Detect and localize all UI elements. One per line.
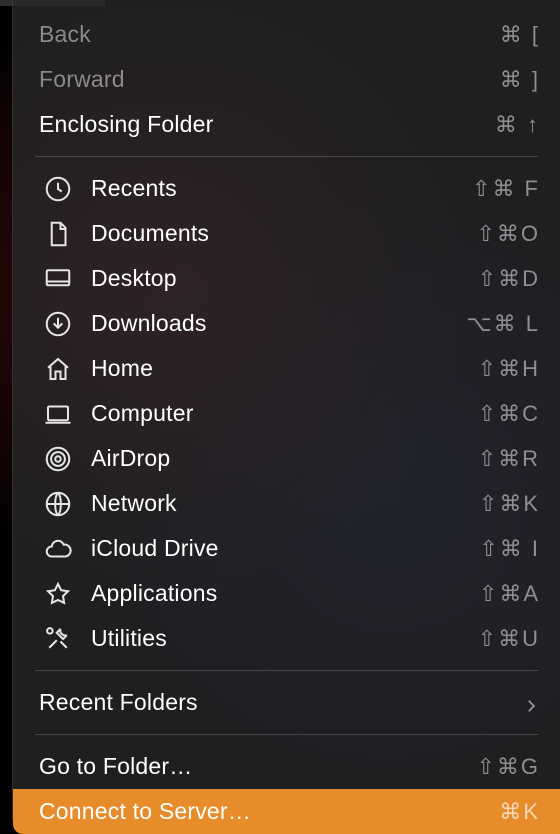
menu-label: AirDrop bbox=[91, 445, 478, 472]
menu-separator bbox=[35, 156, 538, 157]
cloud-icon bbox=[43, 534, 73, 564]
menu-label: Utilities bbox=[91, 625, 478, 652]
menu-shortcut: ⇧⌘ I bbox=[479, 536, 540, 562]
menu-label: Applications bbox=[91, 580, 479, 607]
menu-item-desktop[interactable]: Desktop ⇧⌘D bbox=[13, 256, 560, 301]
menu-item-airdrop[interactable]: AirDrop ⇧⌘R bbox=[13, 436, 560, 481]
menu-label: Home bbox=[91, 355, 478, 382]
menu-item-recents[interactable]: Recents ⇧⌘ F bbox=[13, 166, 560, 211]
menu-label: Recents bbox=[91, 175, 472, 202]
chevron-right-icon bbox=[522, 694, 540, 712]
home-icon bbox=[43, 354, 73, 384]
download-icon bbox=[43, 309, 73, 339]
computer-icon bbox=[43, 399, 73, 429]
menu-item-home[interactable]: Home ⇧⌘H bbox=[13, 346, 560, 391]
menu-label-recent-folders: Recent Folders bbox=[39, 689, 522, 716]
menu-shortcut: ⇧⌘D bbox=[478, 266, 540, 292]
menu-shortcut: ⇧⌘H bbox=[478, 356, 540, 382]
menu-item-utilities[interactable]: Utilities ⇧⌘U bbox=[13, 616, 560, 661]
menu-shortcut-enclosing: ⌘ ↑ bbox=[495, 112, 540, 138]
menu-shortcut-forward: ⌘ ] bbox=[500, 67, 540, 93]
applications-icon bbox=[43, 579, 73, 609]
menu-item-enclosing-folder[interactable]: Enclosing Folder ⌘ ↑ bbox=[13, 102, 560, 147]
menu-label-connect: Connect to Server… bbox=[39, 798, 499, 825]
menu-shortcut-back: ⌘ [ bbox=[500, 22, 540, 48]
menu-separator bbox=[35, 670, 538, 671]
menu-item-recent-folders[interactable]: Recent Folders bbox=[13, 680, 560, 725]
menu-item-downloads[interactable]: Downloads ⌥⌘ L bbox=[13, 301, 560, 346]
menu-label-enclosing: Enclosing Folder bbox=[39, 111, 495, 138]
menu-label: Desktop bbox=[91, 265, 478, 292]
network-icon bbox=[43, 489, 73, 519]
menu-shortcut: ⇧⌘C bbox=[478, 401, 540, 427]
menu-shortcut: ⌥⌘ L bbox=[466, 311, 540, 337]
menu-shortcut-connect: ⌘K bbox=[499, 799, 540, 825]
menu-item-applications[interactable]: Applications ⇧⌘A bbox=[13, 571, 560, 616]
menu-shortcut: ⇧⌘U bbox=[478, 626, 540, 652]
menu-item-connect-to-server[interactable]: Connect to Server… ⌘K bbox=[13, 789, 560, 834]
menu-separator bbox=[35, 734, 538, 735]
menu-label-back: Back bbox=[39, 21, 500, 48]
menu-shortcut: ⇧⌘K bbox=[479, 491, 540, 517]
menu-label: Downloads bbox=[91, 310, 466, 337]
menu-shortcut: ⇧⌘O bbox=[476, 221, 540, 247]
menu-item-computer[interactable]: Computer ⇧⌘C bbox=[13, 391, 560, 436]
menu-label: iCloud Drive bbox=[91, 535, 479, 562]
menu-item-icloud[interactable]: iCloud Drive ⇧⌘ I bbox=[13, 526, 560, 571]
menu-shortcut: ⇧⌘A bbox=[479, 581, 540, 607]
airdrop-icon bbox=[43, 444, 73, 474]
utilities-icon bbox=[43, 624, 73, 654]
menu-shortcut: ⇧⌘R bbox=[478, 446, 540, 472]
menu-item-go-to-folder[interactable]: Go to Folder… ⇧⌘G bbox=[13, 744, 560, 789]
menu-label: Documents bbox=[91, 220, 476, 247]
menu-item-back: Back ⌘ [ bbox=[13, 12, 560, 57]
menu-label: Computer bbox=[91, 400, 478, 427]
desktop-icon bbox=[43, 264, 73, 294]
menu-shortcut-goto: ⇧⌘G bbox=[476, 754, 540, 780]
menu-label: Network bbox=[91, 490, 479, 517]
document-icon bbox=[43, 219, 73, 249]
menu-item-forward: Forward ⌘ ] bbox=[13, 57, 560, 102]
go-menu-panel: Back ⌘ [ Forward ⌘ ] Enclosing Folder ⌘ … bbox=[12, 0, 560, 828]
menu-label-goto: Go to Folder… bbox=[39, 753, 476, 780]
menu-item-network[interactable]: Network ⇧⌘K bbox=[13, 481, 560, 526]
clock-icon bbox=[43, 174, 73, 204]
menu-shortcut: ⇧⌘ F bbox=[472, 176, 540, 202]
menu-item-documents[interactable]: Documents ⇧⌘O bbox=[13, 211, 560, 256]
menu-label-forward: Forward bbox=[39, 66, 500, 93]
